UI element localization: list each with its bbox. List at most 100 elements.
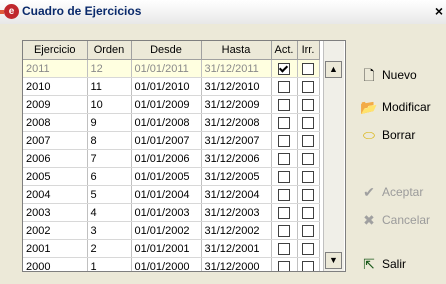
column-header-ejercicio[interactable]: Ejercicio	[23, 41, 88, 60]
cell-act	[271, 95, 298, 114]
cell-desde: 01/01/2010	[131, 77, 202, 96]
act-checkbox[interactable]	[278, 62, 290, 75]
cell-irr	[297, 77, 320, 96]
cell-ejercicio: 2007	[23, 131, 88, 150]
column-header-hasta[interactable]: Hasta	[201, 41, 272, 60]
eraser-icon: ⬭	[363, 127, 375, 143]
nuevo-label: Nuevo	[382, 68, 417, 82]
act-checkbox[interactable]	[278, 98, 290, 111]
act-checkbox[interactable]	[278, 152, 290, 165]
column-header-desde[interactable]: Desde	[131, 41, 202, 60]
cell-desde: 01/01/2007	[131, 131, 202, 150]
cell-desde: 01/01/2004	[131, 185, 202, 204]
cell-ejercicio: 2003	[23, 203, 88, 222]
vertical-scrollbar[interactable]: ▲ ▼	[323, 41, 344, 271]
title-bar[interactable]: e Cuadro de Ejercicios ×	[0, 0, 446, 25]
column-header-act[interactable]: Act.	[271, 41, 298, 60]
table-row[interactable]: 2006 7 01/01/2006 31/12/2006	[23, 149, 320, 168]
close-button[interactable]: ×	[432, 2, 446, 20]
cell-act	[271, 221, 298, 240]
scroll-down-button[interactable]: ▼	[325, 252, 342, 269]
act-checkbox[interactable]	[278, 206, 290, 219]
cell-ejercicio: 2004	[23, 185, 88, 204]
irr-checkbox[interactable]	[302, 188, 314, 201]
irr-checkbox[interactable]	[302, 206, 314, 219]
salir-label: Salir	[382, 257, 407, 271]
column-header-orden[interactable]: Orden	[87, 41, 132, 60]
column-header-irr[interactable]: Irr.	[297, 41, 320, 60]
cell-ejercicio: 2008	[23, 113, 88, 132]
table-header-row: Ejercicio Orden Desde Hasta Act. Irr.	[23, 41, 320, 60]
salir-button[interactable]: ⇱ Salir	[352, 253, 438, 275]
table-row[interactable]: 2009 10 01/01/2009 31/12/2009	[23, 95, 320, 114]
table-row[interactable]: 2001 2 01/01/2001 31/12/2001	[23, 239, 320, 258]
cell-hasta: 31/12/2009	[201, 95, 272, 114]
act-checkbox[interactable]	[278, 116, 290, 129]
cell-act	[271, 185, 298, 204]
cell-desde: 01/01/2003	[131, 203, 202, 222]
act-checkbox[interactable]	[278, 170, 290, 183]
act-checkbox[interactable]	[278, 134, 290, 147]
borrar-button[interactable]: ⬭ Borrar	[352, 124, 438, 146]
act-checkbox[interactable]	[278, 188, 290, 201]
table-row[interactable]: 2004 5 01/01/2004 31/12/2004	[23, 185, 320, 204]
irr-checkbox[interactable]	[302, 98, 314, 111]
irr-checkbox[interactable]	[302, 170, 314, 183]
table-row[interactable]: 2005 6 01/01/2005 31/12/2005	[23, 167, 320, 186]
irr-checkbox[interactable]	[302, 152, 314, 165]
table-row[interactable]: 2007 8 01/01/2007 31/12/2007	[23, 131, 320, 150]
nuevo-button[interactable]: 🗋 Nuevo	[352, 64, 438, 86]
cell-orden: 3	[87, 221, 132, 240]
cell-irr	[297, 239, 320, 258]
act-checkbox[interactable]	[278, 80, 290, 93]
cell-orden: 2	[87, 239, 132, 258]
cell-orden: 9	[87, 113, 132, 132]
cell-act	[271, 59, 298, 78]
cell-desde: 01/01/2001	[131, 239, 202, 258]
cell-ejercicio: 2001	[23, 239, 88, 258]
modificar-button[interactable]: 📂 Modificar	[352, 96, 438, 118]
cell-orden: 7	[87, 149, 132, 168]
table-row[interactable]: 2011 12 01/01/2011 31/12/2011	[23, 59, 320, 78]
irr-checkbox[interactable]	[302, 134, 314, 147]
cell-ejercicio: 2000	[23, 257, 88, 271]
cancelar-button[interactable]: ✖ Cancelar	[352, 209, 438, 231]
cell-act	[271, 149, 298, 168]
aceptar-button[interactable]: ✔ Aceptar	[352, 181, 438, 203]
cell-act	[271, 167, 298, 186]
cell-irr	[297, 221, 320, 240]
act-checkbox[interactable]	[278, 224, 290, 237]
borrar-label: Borrar	[382, 128, 416, 142]
cell-orden: 4	[87, 203, 132, 222]
window-title: Cuadro de Ejercicios	[22, 4, 142, 18]
act-checkbox[interactable]	[278, 260, 290, 271]
scroll-up-button[interactable]: ▲	[325, 61, 342, 78]
cell-desde: 01/01/2009	[131, 95, 202, 114]
irr-checkbox[interactable]	[302, 224, 314, 237]
table-row[interactable]: 2003 4 01/01/2003 31/12/2003	[23, 203, 320, 222]
cell-act	[271, 113, 298, 132]
irr-checkbox[interactable]	[302, 242, 314, 255]
cell-irr	[297, 113, 320, 132]
table-row[interactable]: 2002 3 01/01/2002 31/12/2002	[23, 221, 320, 240]
cell-irr	[297, 59, 320, 78]
table-row[interactable]: 2010 11 01/01/2010 31/12/2010	[23, 77, 320, 96]
table-row[interactable]: 2008 9 01/01/2008 31/12/2008	[23, 113, 320, 132]
cell-orden: 8	[87, 131, 132, 150]
irr-checkbox[interactable]	[302, 116, 314, 129]
irr-checkbox[interactable]	[302, 80, 314, 93]
irr-checkbox[interactable]	[302, 62, 314, 75]
act-checkbox[interactable]	[278, 242, 290, 255]
cell-irr	[297, 203, 320, 222]
cell-desde: 01/01/2000	[131, 257, 202, 271]
cell-ejercicio: 2011	[23, 59, 88, 78]
table-row[interactable]: 2000 1 01/01/2000 31/12/2000	[23, 257, 320, 271]
cell-orden: 10	[87, 95, 132, 114]
cell-irr	[297, 185, 320, 204]
cancel-x-icon: ✖	[363, 212, 375, 228]
window: e Cuadro de Ejercicios × Ejercicio Orden…	[0, 0, 446, 284]
irr-checkbox[interactable]	[302, 260, 314, 271]
cell-irr	[297, 257, 320, 271]
cell-hasta: 31/12/2001	[201, 239, 272, 258]
table-body: 2011 12 01/01/2011 31/12/2011 2010 11 01/01/20…	[23, 59, 320, 271]
